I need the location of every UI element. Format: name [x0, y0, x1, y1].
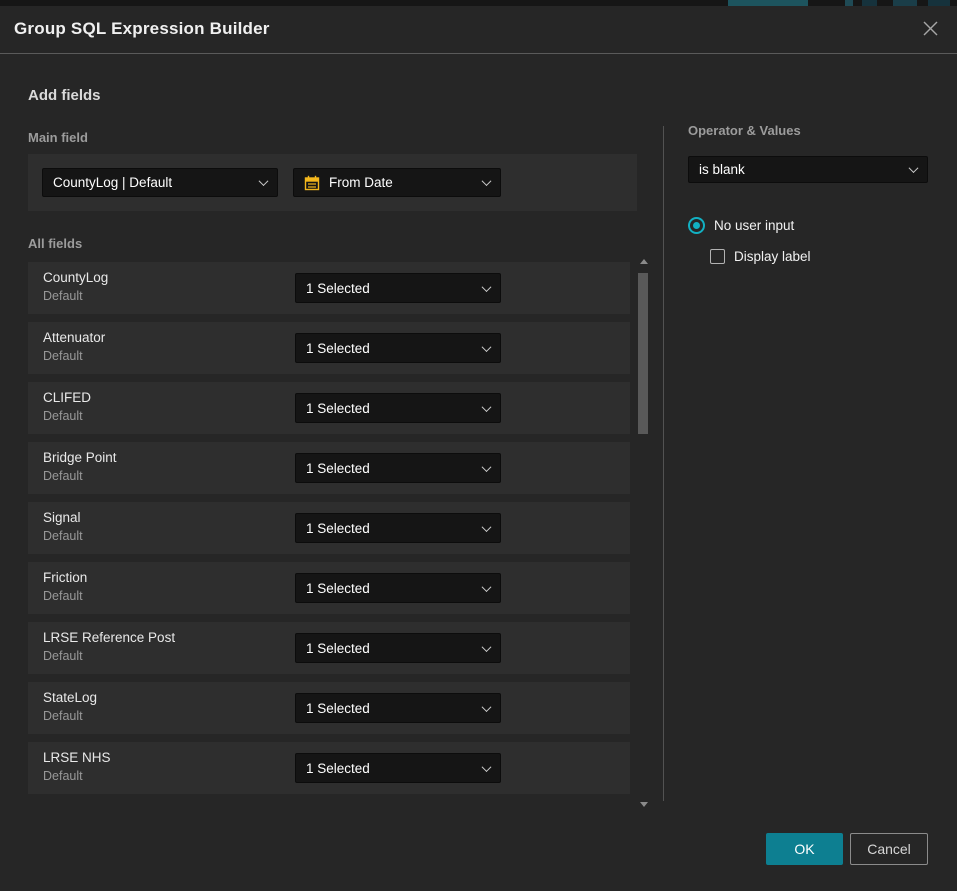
field-select[interactable]: From Date: [293, 168, 501, 197]
checkbox-unchecked-icon: [710, 249, 725, 264]
field-selection-value: 1 Selected: [306, 401, 475, 416]
chevron-down-icon: [482, 762, 492, 772]
field-subtitle: Default: [43, 529, 83, 543]
display-label-checkbox[interactable]: Display label: [710, 249, 811, 264]
all-fields-label: All fields: [28, 236, 82, 251]
field-name: Friction: [43, 570, 87, 585]
field-name: Attenuator: [43, 330, 105, 345]
field-selection-select[interactable]: 1 Selected: [295, 753, 501, 783]
screen: Group SQL Expression Builder Add fields …: [0, 0, 957, 891]
field-name: LRSE Reference Post: [43, 630, 175, 645]
field-subtitle: Default: [43, 349, 83, 363]
field-selection-select[interactable]: 1 Selected: [295, 393, 501, 423]
add-fields-heading: Add fields: [28, 87, 101, 104]
field-name: Bridge Point: [43, 450, 117, 465]
field-row: Friction Default 1 Selected: [28, 562, 630, 614]
group-sql-expression-builder-dialog: Group SQL Expression Builder Add fields …: [0, 6, 957, 891]
field-selection-select[interactable]: 1 Selected: [295, 633, 501, 663]
close-button[interactable]: [917, 17, 943, 43]
chevron-down-icon: [482, 582, 492, 592]
field-selection-value: 1 Selected: [306, 641, 475, 656]
field-selection-value: 1 Selected: [306, 581, 475, 596]
field-subtitle: Default: [43, 469, 83, 483]
all-fields-list: CountyLog Default 1 Selected Attenuator Defa…: [28, 262, 630, 802]
field-subtitle: Default: [43, 589, 83, 603]
field-selection-select[interactable]: 1 Selected: [295, 453, 501, 483]
field-row: Attenuator Default 1 Selected: [28, 322, 630, 374]
chevron-down-icon: [482, 702, 492, 712]
layer-select-value: CountyLog | Default: [53, 175, 252, 190]
field-row: CountyLog Default 1 Selected: [28, 262, 630, 314]
field-row: StateLog Default 1 Selected: [28, 682, 630, 734]
chevron-down-icon: [482, 642, 492, 652]
field-selection-select[interactable]: 1 Selected: [295, 573, 501, 603]
field-selection-value: 1 Selected: [306, 701, 475, 716]
dialog-titlebar: Group SQL Expression Builder: [0, 6, 957, 54]
field-subtitle: Default: [43, 769, 83, 783]
operator-select-value: is blank: [699, 162, 902, 177]
field-select-value: From Date: [329, 175, 475, 190]
field-subtitle: Default: [43, 409, 83, 423]
no-user-input-radio[interactable]: No user input: [688, 217, 794, 234]
scrollbar[interactable]: [637, 257, 651, 809]
chevron-down-icon: [259, 176, 269, 186]
radio-selected-icon: [688, 217, 705, 234]
chevron-down-icon: [909, 163, 919, 173]
field-subtitle: Default: [43, 709, 83, 723]
field-name: CountyLog: [43, 270, 108, 285]
field-selection-select[interactable]: 1 Selected: [295, 693, 501, 723]
field-selection-value: 1 Selected: [306, 461, 475, 476]
calendar-icon: [304, 175, 320, 191]
close-icon: [922, 20, 939, 40]
field-name: LRSE NHS: [43, 750, 111, 765]
dialog-title: Group SQL Expression Builder: [14, 19, 270, 39]
chevron-down-icon: [482, 462, 492, 472]
scroll-down-arrow-icon[interactable]: [640, 802, 648, 807]
layer-select[interactable]: CountyLog | Default: [42, 168, 278, 197]
display-label-label: Display label: [734, 249, 811, 264]
field-name: CLIFED: [43, 390, 91, 405]
scroll-up-arrow-icon[interactable]: [640, 259, 648, 264]
field-subtitle: Default: [43, 649, 83, 663]
chevron-down-icon: [482, 402, 492, 412]
chevron-down-icon: [482, 176, 492, 186]
field-row: CLIFED Default 1 Selected: [28, 382, 630, 434]
main-field-panel: CountyLog | Default From Date: [28, 154, 637, 211]
operator-select[interactable]: is blank: [688, 156, 928, 183]
field-selection-value: 1 Selected: [306, 761, 475, 776]
chevron-down-icon: [482, 522, 492, 532]
field-row: LRSE NHS Default 1 Selected: [28, 742, 630, 794]
field-name: Signal: [43, 510, 81, 525]
operator-values-label: Operator & Values: [688, 123, 801, 138]
chevron-down-icon: [482, 342, 492, 352]
no-user-input-label: No user input: [714, 218, 794, 233]
field-selection-select[interactable]: 1 Selected: [295, 513, 501, 543]
field-row: Signal Default 1 Selected: [28, 502, 630, 554]
cancel-button[interactable]: Cancel: [850, 833, 928, 865]
ok-button[interactable]: OK: [766, 833, 843, 865]
field-selection-value: 1 Selected: [306, 281, 475, 296]
field-row: Bridge Point Default 1 Selected: [28, 442, 630, 494]
field-selection-select[interactable]: 1 Selected: [295, 333, 501, 363]
field-name: StateLog: [43, 690, 97, 705]
scrollbar-thumb[interactable]: [638, 273, 648, 434]
main-field-label: Main field: [28, 130, 88, 145]
vertical-divider: [663, 126, 664, 801]
field-selection-value: 1 Selected: [306, 341, 475, 356]
chevron-down-icon: [482, 282, 492, 292]
field-row: LRSE Reference Post Default 1 Selected: [28, 622, 630, 674]
field-subtitle: Default: [43, 289, 83, 303]
field-selection-select[interactable]: 1 Selected: [295, 273, 501, 303]
field-selection-value: 1 Selected: [306, 521, 475, 536]
